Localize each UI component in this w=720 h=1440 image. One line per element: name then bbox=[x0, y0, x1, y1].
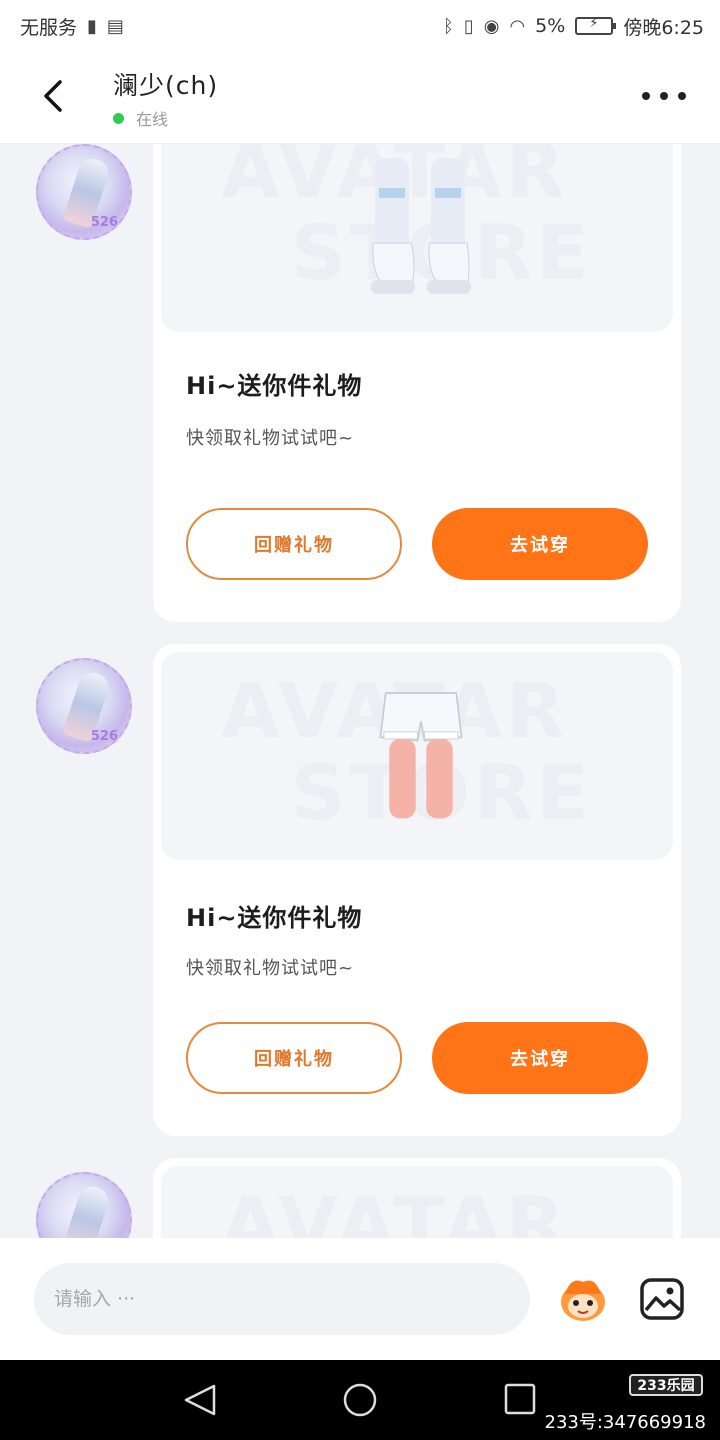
battery-icon: ⚡ bbox=[575, 16, 617, 35]
sender-avatar[interactable]: 526 bbox=[36, 1172, 132, 1238]
shorts-item-icon bbox=[379, 692, 463, 819]
bluetooth-icon: ᛒ bbox=[443, 15, 454, 37]
dot-icon bbox=[660, 92, 668, 100]
emoji-face-icon bbox=[561, 1280, 605, 1321]
try-on-button[interactable]: 去试穿 bbox=[432, 508, 648, 580]
carrier-text: 无服务 bbox=[20, 16, 78, 39]
wifi-icon: ◠ bbox=[509, 15, 526, 37]
status-left: 无服务 ▮ ▤ bbox=[20, 13, 124, 40]
message-input[interactable] bbox=[34, 1263, 530, 1335]
emoji-button[interactable] bbox=[555, 1274, 611, 1324]
chat-header: 澜少(ch) 在线 bbox=[0, 52, 720, 144]
chevron-left-icon bbox=[44, 80, 62, 112]
avatar-badge: 526 bbox=[90, 215, 118, 230]
status-bar: 无服务 ▮ ▤ ᛒ ▯ ◉ ◠ 5% ⚡ 傍晚6:25 bbox=[0, 0, 720, 52]
gift-card[interactable]: AVATAR STORE Hi~送你件礼物 快领取礼物试试吧~ 回赠礼物 去试穿 bbox=[153, 144, 681, 622]
avatar-figure bbox=[62, 1183, 112, 1238]
presence-status: 在线 bbox=[113, 106, 168, 130]
gift-title: Hi~送你件礼物 bbox=[186, 372, 363, 400]
more-options-button[interactable] bbox=[642, 80, 686, 112]
nav-back-icon[interactable] bbox=[180, 1382, 220, 1418]
back-button[interactable] bbox=[34, 74, 74, 118]
avatar-store-watermark: AVATAR bbox=[221, 1184, 569, 1239]
gift-card[interactable]: AVATAR bbox=[153, 1158, 681, 1238]
gift-subtitle: 快领取礼物试试吧~ bbox=[186, 428, 355, 449]
gift-title: Hi~送你件礼物 bbox=[186, 904, 363, 932]
return-gift-button[interactable]: 回赠礼物 bbox=[186, 508, 402, 580]
vibrate-icon: ▯ bbox=[463, 15, 474, 37]
return-gift-button[interactable]: 回赠礼物 bbox=[186, 1022, 402, 1094]
app-watermark-id: 233号:347669918 bbox=[544, 1412, 707, 1433]
sim-alert-icon: ▮ bbox=[87, 15, 97, 37]
dot-icon bbox=[642, 92, 650, 100]
nav-recent-icon[interactable] bbox=[503, 1382, 537, 1416]
chat-message-list[interactable]: 526 AVATAR STORE Hi~送你件礼物 bbox=[0, 144, 720, 1238]
sender-avatar[interactable]: 526 bbox=[36, 658, 132, 754]
gift-item-image[interactable]: AVATAR STORE bbox=[161, 652, 673, 860]
sender-avatar[interactable]: 526 bbox=[36, 144, 132, 240]
presence-text: 在线 bbox=[136, 110, 169, 129]
watermark-line1: AVATAR bbox=[221, 1180, 569, 1239]
gift-subtitle: 快领取礼物试试吧~ bbox=[186, 958, 355, 979]
status-time: 傍晚6:25 bbox=[623, 16, 704, 39]
nav-home-icon[interactable] bbox=[342, 1382, 378, 1418]
gift-card[interactable]: AVATAR STORE Hi~送你件礼物 快领取礼物试试吧~ 回赠礼物 去试穿 bbox=[153, 644, 681, 1136]
gift-item-image[interactable]: AVATAR bbox=[161, 1166, 673, 1238]
system-nav-bar: 233乐园 233号:347669918 bbox=[0, 1360, 720, 1440]
chat-title: 澜少(ch) bbox=[113, 71, 219, 100]
image-button[interactable] bbox=[640, 1278, 684, 1320]
eye-icon: ◉ bbox=[483, 15, 500, 37]
online-dot-icon bbox=[113, 112, 124, 124]
image-icon bbox=[640, 1278, 684, 1320]
battery-percent: 5% bbox=[535, 15, 566, 37]
app-watermark-logo: 233乐园 bbox=[629, 1374, 703, 1396]
avatar-badge: 526 bbox=[90, 729, 118, 744]
dot-icon bbox=[678, 92, 686, 100]
gift-item-image[interactable]: AVATAR STORE bbox=[161, 144, 673, 332]
status-right: ᛒ ▯ ◉ ◠ 5% ⚡ 傍晚6:25 bbox=[443, 13, 704, 40]
try-on-button[interactable]: 去试穿 bbox=[432, 1022, 648, 1094]
notification-icon: ▤ bbox=[106, 15, 124, 37]
boots-item-icon bbox=[371, 158, 471, 294]
message-input-bar bbox=[0, 1238, 720, 1360]
